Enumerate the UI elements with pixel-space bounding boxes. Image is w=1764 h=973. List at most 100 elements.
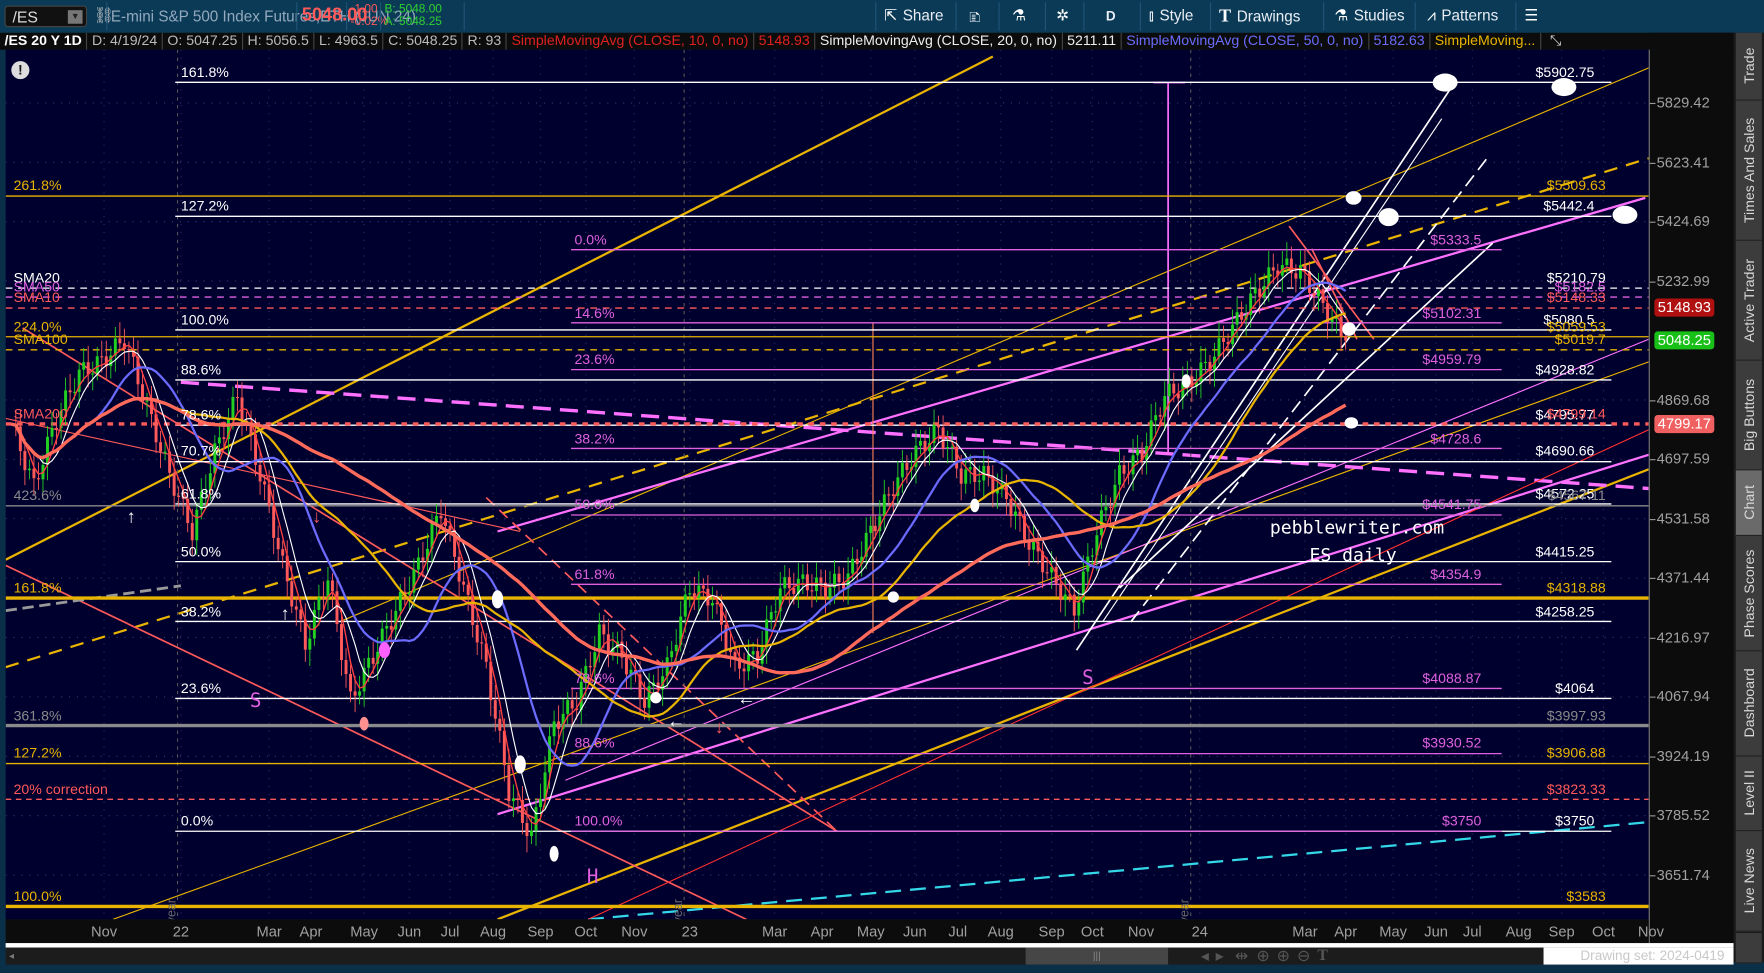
time-axis[interactable]: Nov 22 Mar Apr May Jun Jul Aug Sep Oct Nov 23 Mar Apr… [5, 919, 1664, 944]
candle [480, 631, 484, 660]
aggregation-button[interactable]: D [1106, 8, 1116, 24]
candle [82, 347, 86, 382]
sma10-study-name[interactable]: SimpleMovingAvg (CLOSE, 10, 0, no) [507, 32, 755, 50]
price-axis[interactable]: 5829.42 5623.41 5424.69 5232.99 4869.68 4697.… [1648, 32, 1735, 944]
tick-mark [1649, 637, 1656, 639]
fib-level-percent: 361.8% [13, 707, 62, 724]
time-axis-label: Jun [397, 922, 422, 940]
symbol-selector[interactable]: /ES ▼ [4, 5, 88, 28]
tick-mark [1649, 815, 1656, 817]
sidebar-tab-live-news[interactable]: Live News [1735, 831, 1762, 932]
price-tick-label: 4067.94 [1656, 687, 1710, 705]
drawings-button[interactable]: T Drawings [1219, 7, 1300, 27]
text-t-icon: T [1219, 6, 1232, 27]
trendline [497, 468, 1649, 920]
target-marker [359, 716, 369, 731]
sidebar-tab-label: Level II [1740, 770, 1757, 817]
trendline [5, 564, 747, 920]
sidebar-tab-big-buttons[interactable]: Big Buttons [1735, 360, 1762, 471]
sma-20-line [11, 268, 1347, 815]
candle [570, 687, 574, 726]
sma10-value: 5148.93 [754, 32, 816, 50]
price-badge: 4799.17 [1654, 414, 1715, 434]
sidebar-tab-level-ii[interactable]: Level II [1735, 756, 1762, 832]
bar-close: C: 5048.25 [384, 32, 463, 50]
fib-level-price: $4541.75 [1422, 496, 1482, 513]
candle [937, 415, 941, 444]
zoom-in-icon[interactable]: ⊕ [1277, 947, 1290, 965]
sidebar-tab-dashboard[interactable]: Dashboard [1735, 651, 1762, 757]
sma-level-name: SMA10 [13, 289, 60, 306]
style-button[interactable]: ⫾ Style [1149, 7, 1193, 25]
sidebar-tab-trade[interactable]: Trade [1735, 32, 1762, 101]
candle [330, 573, 334, 608]
settings-button[interactable]: ✲ [1056, 7, 1074, 25]
fib-level-percent: 100.0% [180, 311, 229, 328]
flask-button[interactable]: ⚗ [1012, 7, 1031, 25]
price-chart-area[interactable]: ↑ ↑ ↓ ↓ ← ← ! 161.8% $5902.75 127.2% $5442.… [5, 49, 1649, 920]
patterns-button[interactable]: ⩘ Patterns [1427, 7, 1498, 25]
collapse-legend-icon[interactable]: ⤡ [1541, 33, 1566, 50]
candle [900, 450, 904, 493]
divider [955, 2, 957, 31]
studies-button[interactable]: ⚗ Studies [1334, 7, 1404, 25]
crosshair-icon[interactable]: ⊕ [1256, 947, 1269, 965]
fib-level-percent: 50.0% [574, 496, 615, 513]
fib-level-price: $4088.87 [1422, 670, 1482, 687]
scroll-right-icon[interactable]: ▸ [1216, 947, 1224, 965]
trendline [565, 338, 1649, 781]
more-studies[interactable]: SimpleMoving... [1430, 32, 1541, 50]
zoom-out-icon[interactable]: ⊖ [1297, 947, 1310, 965]
candle [498, 710, 502, 743]
bid-ask: B: 5048.00 A: 5048.25 [384, 3, 441, 28]
trendline [587, 820, 1649, 920]
scrollbar-thumb[interactable]: ||| [1025, 947, 1169, 965]
time-axis-label: Sep [1548, 922, 1575, 940]
text-t-icon[interactable]: T [1317, 948, 1328, 965]
fib-level-price: $5102.31 [1422, 304, 1482, 321]
price-change: -1.00 -0.02% [351, 3, 389, 28]
horizontal-scrollbar[interactable]: ◂ ||| ◂ ▸ ⇹ ⊕ ⊕ ⊖ T [5, 947, 1734, 965]
trendline [339, 67, 1649, 623]
menu-button[interactable]: ☰ [1524, 7, 1543, 25]
candle [973, 458, 977, 497]
scroll-left-icon[interactable]: ◂ [9, 948, 14, 965]
sma50-study-name[interactable]: SimpleMovingAvg (CLOSE, 50, 0, no) [1122, 32, 1369, 50]
sma20-study-name[interactable]: SimpleMovingAvg (CLOSE, 20, 0, no) [815, 32, 1063, 50]
share-icon: ⇱ [884, 6, 898, 24]
year-marker: 2022 year [672, 899, 686, 919]
target-marker [887, 591, 899, 603]
sidebar-tab-active-trader[interactable]: Active Trader [1735, 240, 1762, 361]
price-tick-label: 4697.59 [1656, 450, 1710, 468]
chevron-down-icon[interactable]: ▼ [67, 10, 83, 24]
pan-icon[interactable]: ⇹ [1235, 947, 1248, 965]
price-tick-label: 3785.52 [1656, 806, 1710, 824]
alert-icon[interactable]: ! [11, 61, 30, 80]
info-button[interactable]: 🗈 [969, 7, 986, 33]
sidebar-tab-phase-scores[interactable]: Phase Scores [1735, 535, 1762, 652]
candle [520, 786, 524, 835]
candle [738, 647, 742, 680]
trendline [5, 417, 521, 533]
watermark-site: pebblewriter.com [1269, 516, 1445, 539]
fib-level-percent: 100.0% [13, 888, 62, 905]
candle [919, 429, 922, 455]
up-arrow-icon: ↑ [280, 604, 289, 624]
candle [561, 699, 565, 744]
bar-range: R: 93 [463, 32, 507, 50]
sidebar-tab-chart[interactable]: Chart [1735, 470, 1762, 536]
fib-level-percent: 14.6% [574, 304, 615, 321]
drawing-set-label[interactable]: Drawing set: 2024-0419 [1543, 947, 1734, 965]
fib-level-price: $3583 [1566, 888, 1606, 905]
divider [1139, 2, 1141, 31]
candle [1176, 383, 1180, 415]
scroll-left-icon[interactable]: ◂ [1201, 947, 1209, 965]
tick-mark [1649, 102, 1656, 105]
share-button[interactable]: ⇱ Share [884, 7, 943, 25]
sma50-value: 5182.63 [1369, 32, 1431, 50]
price-badge: 5048.25 [1654, 331, 1715, 350]
sidebar-tab-empty [1735, 932, 1762, 964]
trendline [22, 327, 838, 832]
sidebar-tab-times-and-sales[interactable]: Times And Sales [1735, 100, 1762, 241]
fib-level-price: $5333.5 [1430, 231, 1482, 248]
